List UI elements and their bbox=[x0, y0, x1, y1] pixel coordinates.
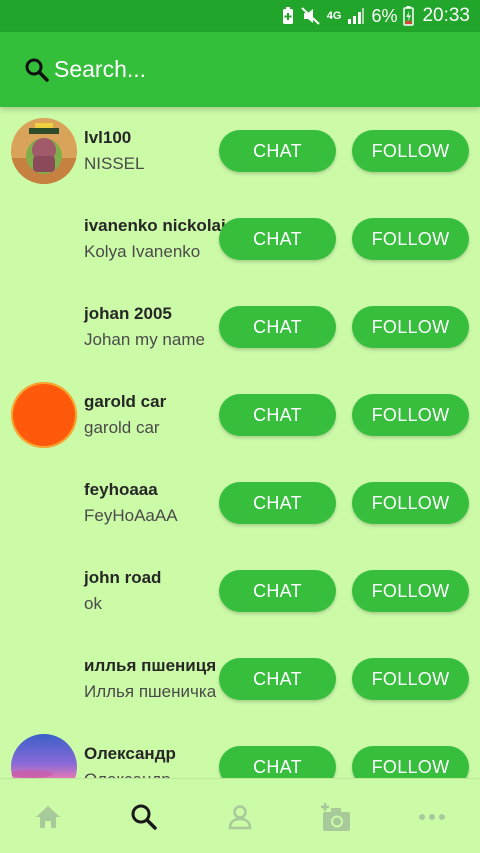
full-name: Johan my name bbox=[84, 330, 205, 349]
list-item: garold car garold car CHAT FOLLOW bbox=[0, 371, 480, 459]
username: lvl100 bbox=[84, 128, 132, 147]
bottom-navigation bbox=[0, 778, 480, 853]
search-bar[interactable]: Search... bbox=[0, 32, 480, 107]
network-type-label: 4G bbox=[326, 10, 342, 22]
list-item: ivanenko nickolai Kolya Ivanenko CHAT FO… bbox=[0, 195, 480, 283]
username: garold car bbox=[84, 392, 167, 411]
mute-icon bbox=[301, 7, 321, 25]
profile-icon[interactable] bbox=[220, 797, 260, 837]
username: feyhoaaa bbox=[84, 480, 158, 499]
username: Олександр bbox=[84, 744, 176, 763]
full-name: NISSEL bbox=[84, 154, 145, 173]
chat-button[interactable]: CHAT bbox=[219, 306, 336, 348]
full-name: ok bbox=[84, 594, 102, 613]
follow-button[interactable]: FOLLOW bbox=[352, 658, 469, 700]
avatar[interactable] bbox=[11, 734, 77, 778]
follow-button[interactable]: FOLLOW bbox=[352, 482, 469, 524]
follow-button[interactable]: FOLLOW bbox=[352, 570, 469, 612]
chat-button[interactable]: CHAT bbox=[219, 394, 336, 436]
list-item: иллья пшениця Иллья пшеничка CHAT FOLLOW bbox=[0, 635, 480, 723]
chat-button[interactable]: CHAT bbox=[219, 746, 336, 778]
full-name: Иллья пшеничка bbox=[84, 682, 217, 701]
avatar[interactable] bbox=[11, 382, 77, 448]
avatar[interactable] bbox=[11, 118, 77, 184]
list-item: lvl100 NISSEL CHAT FOLLOW bbox=[0, 107, 480, 195]
follow-button[interactable]: FOLLOW bbox=[352, 130, 469, 172]
full-name: Kolya Ivanenko bbox=[84, 242, 201, 261]
home-icon[interactable] bbox=[28, 797, 68, 837]
search-icon[interactable] bbox=[124, 797, 164, 837]
follow-button[interactable]: FOLLOW bbox=[352, 306, 469, 348]
full-name: FeyHoAaAA bbox=[84, 506, 178, 525]
add-photo-icon[interactable] bbox=[316, 797, 356, 837]
search-input[interactable]: Search... bbox=[54, 56, 146, 83]
battery-percent: 6% bbox=[371, 5, 398, 26]
username: johan 2005 bbox=[84, 304, 172, 323]
chat-button[interactable]: CHAT bbox=[219, 658, 336, 700]
battery-icon bbox=[403, 6, 415, 26]
battery-saver-icon bbox=[281, 7, 295, 25]
username: john road bbox=[84, 568, 162, 587]
list-item: johan 2005 Johan my name CHAT FOLLOW bbox=[0, 283, 480, 371]
chat-button[interactable]: CHAT bbox=[219, 130, 336, 172]
chat-button[interactable]: CHAT bbox=[219, 218, 336, 260]
more-icon[interactable] bbox=[412, 797, 452, 837]
follow-button[interactable]: FOLLOW bbox=[352, 746, 469, 778]
username: ivanenko nickolai bbox=[84, 216, 226, 235]
chat-button[interactable]: CHAT bbox=[219, 482, 336, 524]
clock: 20:33 bbox=[422, 5, 470, 26]
follow-button[interactable]: FOLLOW bbox=[352, 394, 469, 436]
full-name: Олександр bbox=[84, 770, 171, 778]
full-name: garold car bbox=[84, 418, 160, 437]
follow-button[interactable]: FOLLOW bbox=[352, 218, 469, 260]
list-item: john road ok CHAT FOLLOW bbox=[0, 547, 480, 635]
chat-button[interactable]: CHAT bbox=[219, 570, 336, 612]
search-icon bbox=[24, 57, 50, 83]
signal-icon bbox=[347, 7, 365, 25]
list-item: Олександр Олександр CHAT FOLLOW bbox=[0, 723, 480, 778]
status-bar: 4G 6% 20:33 bbox=[0, 0, 480, 32]
username: иллья пшениця bbox=[84, 656, 217, 675]
user-list[interactable]: lvl100 NISSEL CHAT FOLLOW ivanenko nicko… bbox=[0, 107, 480, 778]
list-item: feyhoaaa FeyHoAaAA CHAT FOLLOW bbox=[0, 459, 480, 547]
